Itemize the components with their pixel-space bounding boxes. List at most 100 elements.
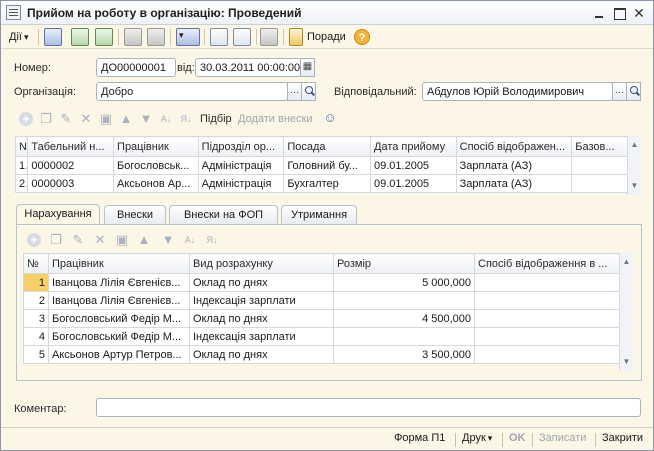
table-cell[interactable]: Оклад по днях [189,273,334,292]
table-row[interactable]: 1 Іванцова Лілія Євгенієв... Оклад по дн… [23,273,620,292]
table-cell[interactable]: Аксьонов Артур Петров... [48,345,190,364]
maximize-button[interactable] [611,5,627,21]
table-cell[interactable]: Іванцова Лілія Євгенієв... [48,291,190,310]
accruals-table-scrollbar[interactable]: ▲ ▼ [619,253,633,371]
table-cell[interactable] [474,309,620,328]
tips-icon[interactable] [289,28,303,46]
table-row[interactable]: 3 Богословський Федір М... Оклад по днях… [23,309,620,328]
sort-descending-icon[interactable]: Я↓ [179,112,193,126]
refresh-icon[interactable] [95,28,113,46]
select-organization-button[interactable]: … [287,82,302,101]
table-cell[interactable]: 09.01.2005 [370,174,457,193]
table-cell[interactable]: 1 [23,273,49,292]
scroll-up-icon[interactable]: ▲ [620,255,633,269]
actions-menu-button[interactable]: Дії [9,28,28,46]
end-edit-icon[interactable]: ▣ [115,233,129,247]
table-cell[interactable]: Оклад по днях [189,309,334,328]
copy-row-icon[interactable]: ❐ [39,112,53,126]
edit-row-icon[interactable]: ✎ [59,112,73,126]
movements-icon[interactable] [147,28,165,46]
table-cell[interactable]: 4 [23,327,49,346]
preview-icon[interactable] [210,28,228,46]
move-down-icon[interactable]: ▼ [139,112,153,126]
table-row[interactable]: 1 0000002 Богословськ... Адміністрація Г… [14,156,628,175]
comment-field[interactable] [96,398,641,417]
pick-button[interactable]: Підбір [200,113,232,125]
table-cell[interactable]: 1 [14,156,29,175]
table-cell[interactable] [474,327,620,346]
table-cell[interactable]: 3 [23,309,49,328]
table-cell[interactable]: 0000003 [27,174,115,193]
table-cell[interactable] [333,291,475,310]
end-edit-icon[interactable]: ▣ [99,112,113,126]
tab-contributions[interactable]: Внески [104,205,166,224]
scroll-down-icon[interactable]: ▼ [628,179,641,193]
column-header[interactable]: Базов... [571,136,628,157]
column-header[interactable]: Дата прийому [370,136,457,157]
move-down-icon[interactable]: ▼ [161,233,175,247]
add-contributions-button[interactable]: Додати внески [238,113,312,125]
table-cell[interactable]: Богословськ... [113,156,199,175]
responsible-field[interactable]: Абдулов Юрій Володимирович [422,82,613,101]
table-cell[interactable]: Індексація зарплати [189,291,334,310]
table-cell[interactable]: Головний бу... [283,156,371,175]
table-cell[interactable]: Богословський Федір М... [48,327,190,346]
column-header[interactable]: Розмір [333,253,475,274]
move-up-icon[interactable]: ▲ [119,112,133,126]
column-header[interactable]: Вид розрахунку [189,253,334,274]
table-cell[interactable]: 0000002 [27,156,115,175]
table-cell[interactable]: Зарплата (АЗ) [455,174,573,193]
table-cell[interactable] [474,273,620,292]
table-cell[interactable]: Іванцова Лілія Євгенієв... [48,273,190,292]
table-cell[interactable]: Адміністрація [197,174,285,193]
column-header[interactable]: Працівник [113,136,199,157]
select-responsible-button[interactable]: … [612,82,627,101]
search-icon[interactable] [301,82,316,101]
copy-row-icon[interactable]: ❐ [49,233,63,247]
table-cell[interactable] [474,345,620,364]
copy-icon[interactable] [71,28,89,46]
sort-descending-icon[interactable]: Я↓ [205,233,219,247]
table-cell[interactable]: Богословський Федір М... [48,309,190,328]
users-icon[interactable]: ☺ [323,111,337,125]
organization-field[interactable]: Добро [96,82,288,101]
table-cell[interactable]: 3 500,000 [333,345,475,364]
sort-ascending-icon[interactable]: A↓ [183,233,197,247]
table-cell[interactable]: Зарплата (АЗ) [455,156,573,175]
table-row[interactable]: 2 Іванцова Лілія Євгенієв... Індексація … [23,291,620,310]
table-cell[interactable]: 4 500,000 [333,309,475,328]
add-row-icon[interactable]: + [27,233,41,247]
tab-deductions[interactable]: Утримання [281,205,357,224]
table-cell[interactable] [333,327,475,346]
structure-icon[interactable] [124,28,142,46]
save-button[interactable]: Записати [539,432,586,444]
delete-row-icon[interactable]: ✕ [79,112,93,126]
table-cell[interactable]: 5 000,000 [333,273,475,292]
scroll-up-icon[interactable]: ▲ [628,138,641,152]
table-cell[interactable]: Бухгалтер [283,174,371,193]
column-header[interactable]: N [14,136,29,157]
table-cell[interactable]: 2 [14,174,29,193]
column-header[interactable]: Спосіб відображен... [455,136,573,157]
ok-button[interactable]: OK [509,432,526,444]
report-icon[interactable] [233,28,251,46]
table-row[interactable]: 4 Богословський Федір М... Індексація за… [23,327,620,346]
number-field[interactable]: ДО00000001 [96,58,176,77]
date-field[interactable]: 30.03.2011 00:00:00 [195,58,301,77]
move-up-icon[interactable]: ▲ [137,233,151,247]
table-cell[interactable]: 09.01.2005 [370,156,457,175]
column-header[interactable]: Спосіб відображення в ... [474,253,620,274]
add-row-icon[interactable]: + [19,112,33,126]
calendar-icon[interactable]: ▦ [300,58,315,77]
table-cell[interactable]: Адміністрація [197,156,285,175]
delete-row-icon[interactable]: ✕ [93,233,107,247]
column-header[interactable]: Працівник [48,253,190,274]
column-header[interactable]: Підрозділ ор... [197,136,285,157]
tips-button[interactable]: Поради [307,28,346,46]
column-header[interactable]: № [23,253,49,274]
table-cell[interactable]: 5 [23,345,49,364]
column-header[interactable]: Табельний н... [27,136,115,157]
table-cell[interactable] [474,291,620,310]
scroll-down-icon[interactable]: ▼ [620,355,633,369]
table-cell[interactable] [571,156,628,175]
